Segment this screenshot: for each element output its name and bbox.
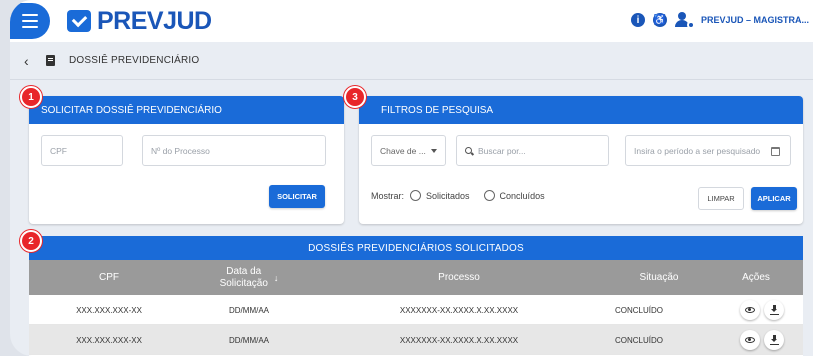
cell-actions xyxy=(721,295,803,325)
apply-button[interactable]: APLICAR xyxy=(751,187,797,210)
column-actions: Ações xyxy=(742,271,770,283)
cell-process: XXXXXXX-XX.XXXX.X.XX.XXXX xyxy=(399,305,519,315)
requested-dossiers-table: DOSSIÊS PREVIDENCIÁRIOS SOLICITADOS CPF … xyxy=(29,236,803,356)
cell-cpf: XXX.XXX.XXX-XX xyxy=(76,335,142,345)
cell-cpf: XXX.XXX.XXX-XX xyxy=(76,305,142,315)
table-header-row: CPF Data da Solicitação ↓ Processo Situa… xyxy=(29,260,803,295)
radio-requested[interactable] xyxy=(410,190,422,201)
top-header: PREVJUD i ♿ PREVJUD – MAGISTRA... xyxy=(10,0,813,42)
column-date-line2: Solicitação xyxy=(219,277,268,289)
process-number-field[interactable] xyxy=(142,135,326,166)
cell-actions xyxy=(721,325,803,355)
user-settings-icon[interactable] xyxy=(674,12,695,29)
view-icon[interactable] xyxy=(740,330,760,350)
caret-down-icon xyxy=(431,149,437,153)
column-status: Situação xyxy=(639,271,679,283)
show-filter: Mostrar: Solicitados Concluídos xyxy=(371,190,545,201)
search-icon xyxy=(465,147,472,154)
step-badge-3: 3 xyxy=(344,86,366,108)
cell-date: DD/MM/AA xyxy=(229,335,269,345)
page-title: DOSSIÊ PREVIDENCIÁRIO xyxy=(69,55,200,66)
view-icon[interactable] xyxy=(740,300,760,320)
logo-mark-icon xyxy=(67,10,91,32)
column-date-line1: Data da xyxy=(226,265,262,277)
chevron-left-icon[interactable]: ‹ xyxy=(24,53,36,69)
table-row: XXX.XXX.XXX-XX DD/MM/AA XXXXXXX-XX.XXXX.… xyxy=(29,325,803,355)
request-dossier-panel: SOLICITAR DOSSIÊ PREVIDENCIÁRIO SOLICITA… xyxy=(29,96,344,224)
column-cpf: CPF xyxy=(99,271,119,283)
info-icon[interactable]: i xyxy=(630,13,645,27)
menu-icon[interactable] xyxy=(10,3,50,39)
table-row: XXX.XXX.XXX-XX DD/MM/AA XXXXXXX-XX.XXXX.… xyxy=(29,295,803,325)
show-label: Mostrar: xyxy=(371,190,405,201)
radio-completed[interactable] xyxy=(483,190,495,201)
step-badge-2: 2 xyxy=(20,230,42,252)
logo-text: PREVJUD xyxy=(97,6,212,35)
accessibility-icon[interactable]: ♿ xyxy=(652,13,667,27)
user-name[interactable]: PREVJUD – MAGISTRA... xyxy=(701,15,809,25)
table-title: DOSSIÊS PREVIDENCIÁRIOS SOLICITADOS xyxy=(29,236,803,260)
cell-date: DD/MM/AA xyxy=(229,305,269,315)
request-panel-title: SOLICITAR DOSSIÊ PREVIDENCIÁRIO xyxy=(29,96,344,124)
column-date[interactable]: Data da Solicitação ↓ xyxy=(189,260,309,295)
cell-status: CONCLUÍDO xyxy=(614,335,663,345)
request-button[interactable]: SOLICITAR xyxy=(269,185,325,208)
sort-arrow-icon[interactable]: ↓ xyxy=(274,272,279,284)
column-process: Processo xyxy=(438,271,480,283)
period-field[interactable] xyxy=(625,135,791,166)
key-select[interactable]: Chave de ... xyxy=(371,135,446,166)
filters-panel-title: FILTROS DE PESQUISA xyxy=(359,96,803,124)
app-logo[interactable]: PREVJUD xyxy=(67,6,212,35)
radio-completed-label[interactable]: Concluídos xyxy=(500,191,545,201)
key-select-value: Chave de ... xyxy=(380,145,426,156)
search-input[interactable] xyxy=(478,145,608,156)
search-filters-panel: FILTROS DE PESQUISA Chave de ... Mostrar… xyxy=(359,96,803,224)
app-frame: PREVJUD i ♿ PREVJUD – MAGISTRA... ‹ DOSS… xyxy=(10,0,813,356)
clear-button[interactable]: LIMPAR xyxy=(698,187,744,210)
download-icon[interactable] xyxy=(764,330,784,350)
cpf-field[interactable] xyxy=(41,135,123,166)
period-input[interactable] xyxy=(634,145,772,156)
process-number-input[interactable] xyxy=(151,145,325,156)
cell-status: CONCLUÍDO xyxy=(614,305,663,315)
calendar-icon[interactable] xyxy=(771,147,780,156)
search-field[interactable] xyxy=(456,135,609,166)
header-actions: i ♿ PREVJUD – MAGISTRA... xyxy=(630,12,809,29)
download-icon[interactable] xyxy=(764,300,784,320)
breadcrumb: ‹ DOSSIÊ PREVIDENCIÁRIO xyxy=(10,42,813,80)
step-badge-1: 1 xyxy=(20,86,42,108)
cell-process: XXXXXXX-XX.XXXX.X.XX.XXXX xyxy=(399,335,519,345)
cpf-input[interactable] xyxy=(50,145,122,156)
document-icon xyxy=(46,55,55,66)
radio-requested-label[interactable]: Solicitados xyxy=(426,191,470,201)
